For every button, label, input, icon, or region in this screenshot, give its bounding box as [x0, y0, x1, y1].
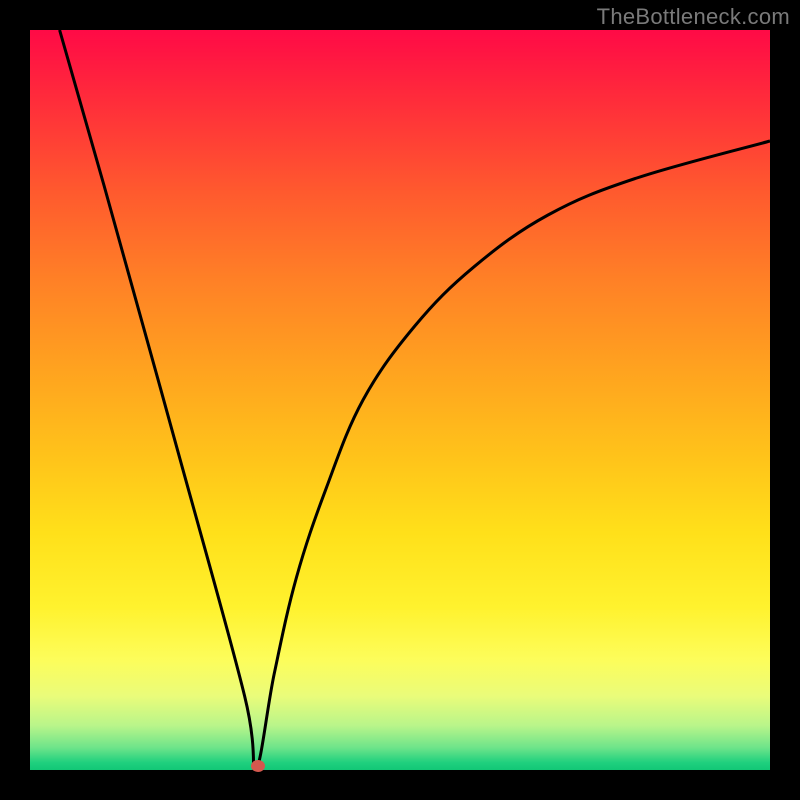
bottleneck-curve — [30, 30, 770, 770]
watermark-text: TheBottleneck.com — [597, 4, 790, 30]
curve-path — [60, 30, 770, 770]
chart-frame: TheBottleneck.com — [0, 0, 800, 800]
minimum-dot — [251, 760, 265, 772]
